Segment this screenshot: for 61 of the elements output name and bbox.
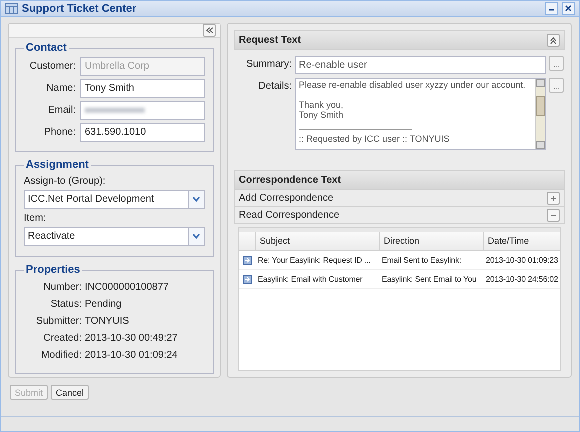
property-value: 2013-10-30 00:49:27 <box>85 333 178 344</box>
summary-field[interactable]: Re-enable user <box>295 56 546 74</box>
property-label: Status: <box>50 299 83 310</box>
field-label: Assign-to (Group): <box>24 176 107 187</box>
property-label: Modified: <box>40 350 83 361</box>
input-field[interactable] <box>80 101 205 120</box>
field-label: Phone: <box>43 127 77 138</box>
scrollbar[interactable] <box>535 79 545 149</box>
table-cell-text: Email Sent to Easylink: <box>381 256 463 264</box>
group-title: Properties <box>25 264 82 276</box>
property-value: TONYUIS <box>85 316 130 327</box>
accordion-item[interactable]: Add Correspondence <box>234 190 565 207</box>
property-value: 2013-10-30 01:09:24 <box>85 350 178 361</box>
close-button[interactable] <box>562 2 575 15</box>
details-line: Tony Smith <box>299 110 345 120</box>
chevron-down-icon <box>193 197 200 202</box>
minimize-button[interactable] <box>545 2 558 15</box>
close-icon <box>565 5 572 12</box>
property-value: INC000000100877 <box>85 282 169 293</box>
table-cell-text: 2013-10-30 01:09:23 <box>485 256 560 264</box>
field-label: Details: <box>258 80 292 92</box>
group-title: Contact <box>25 42 68 54</box>
table-cell-text: Easylink: Email with Customer <box>257 274 364 284</box>
input-field[interactable]: Tony Smith <box>80 79 205 98</box>
property-label: Created: <box>42 333 83 344</box>
accordion-item[interactable]: Read Correspondence <box>234 207 565 224</box>
section-title: Correspondence Text <box>239 174 342 186</box>
collapse-button[interactable] <box>547 34 560 46</box>
dropdown-field[interactable]: ICC.Net Portal Development <box>24 190 205 209</box>
chevron-down-icon <box>193 234 200 239</box>
table-cell-text: 2013-10-30 24:56:02 <box>485 274 560 284</box>
column-header[interactable]: Date/Time <box>483 232 560 250</box>
details-field[interactable]: Please re-enable disabled user xyzzy under our account. Thank you, Tony Smith :: Requested by ICC user :: TONYUIS <box>295 78 546 150</box>
mail-icon <box>243 256 252 264</box>
mail-icon <box>243 274 252 284</box>
window-icon <box>5 3 18 14</box>
double-chevron-left-icon <box>206 27 213 34</box>
input-field[interactable]: 631.590.1010 <box>80 123 205 142</box>
form-button[interactable]: Cancel <box>51 385 90 400</box>
details-line: :: Requested by ICC user :: TONYUIS <box>299 134 451 144</box>
table-cell-text: Easylink: Sent Email to You <box>381 274 478 284</box>
details-line: Please re-enable disabled user xyzzy under our account. <box>299 80 527 90</box>
details-line: Thank you, <box>299 100 345 110</box>
column-header[interactable]: Subject <box>255 232 379 250</box>
table-cell-text: Re: Your Easylink: Request ID ... <box>257 256 372 264</box>
field-label: Item: <box>24 213 48 224</box>
field-label: Name: <box>46 83 77 94</box>
property-value: Pending <box>85 299 122 310</box>
property-label: Submitter: <box>35 316 83 327</box>
blurred-text <box>85 108 145 113</box>
field-label: Summary: <box>245 58 292 70</box>
collapse-button[interactable] <box>203 24 216 37</box>
group-title: Assignment <box>25 159 90 171</box>
column-header[interactable]: Direction <box>379 232 483 250</box>
double-chevron-up-icon <box>550 36 557 44</box>
section-title: Request Text <box>239 34 302 46</box>
window-title: Support Ticket Center <box>22 2 138 14</box>
field-label: Email: <box>47 105 77 116</box>
dropdown-field[interactable]: Reactivate <box>24 227 205 246</box>
property-label: Number: <box>42 282 83 293</box>
field-label: Customer: <box>28 61 77 72</box>
